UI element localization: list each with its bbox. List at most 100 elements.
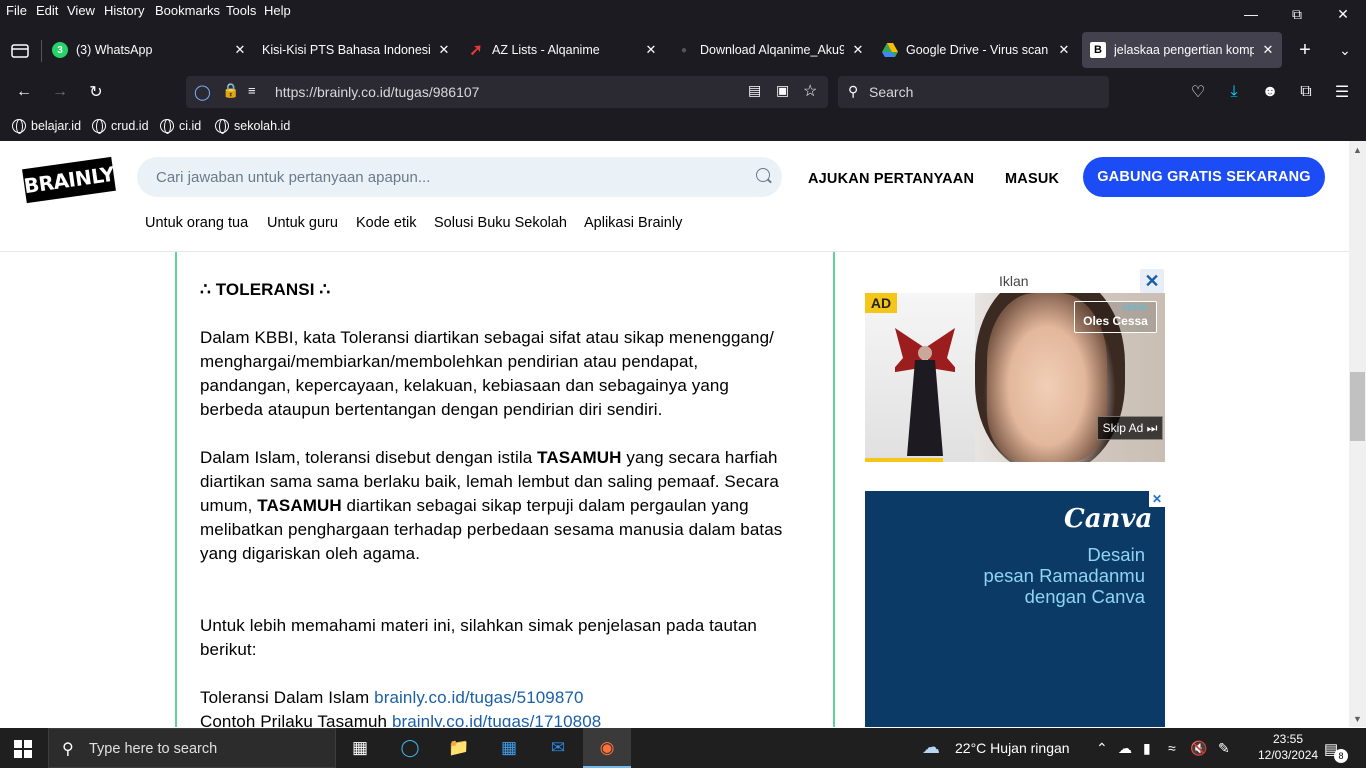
brainly-logo[interactable]: BRAINLY xyxy=(22,156,116,204)
close-icon[interactable]: ✕ xyxy=(1260,42,1276,58)
reload-icon[interactable]: ↻ xyxy=(84,80,108,104)
tab-google-drive[interactable]: Google Drive - Virus scan wa ✕ xyxy=(882,32,1072,68)
volume-muted-icon[interactable]: 🔇 xyxy=(1190,740,1207,757)
tab-overview-icon[interactable] xyxy=(8,38,32,62)
close-icon[interactable]: ✕ xyxy=(850,42,866,58)
tab-download-alqanime[interactable]: ● Download Alqanime_Aku99_ ✕ xyxy=(676,32,866,68)
bookmark-ci[interactable]: ci.id xyxy=(160,119,201,134)
tab-brainly-active[interactable]: B jelaskaa pengertian kompeti ✕ xyxy=(1082,32,1282,68)
text-line: Dalam KBBI, kata Toleransi diartikan seb… xyxy=(200,328,774,347)
globe-icon xyxy=(12,119,26,134)
search-icon[interactable] xyxy=(756,168,770,182)
ask-question-link[interactable]: AJUKAN PERTANYAAN xyxy=(808,171,974,187)
wifi-icon[interactable]: ≈ xyxy=(1168,740,1176,756)
subnav-brainly-app[interactable]: Aplikasi Brainly xyxy=(584,215,682,231)
microsoft-store-icon[interactable]: ▦ xyxy=(495,734,523,762)
forward-arrow-icon[interactable]: → xyxy=(48,80,72,104)
menu-view[interactable]: View xyxy=(67,3,95,18)
subnav-parents[interactable]: Untuk orang tua xyxy=(145,215,248,231)
answer-paragraph-links-intro: Untuk lebih memahami materi ini, silahka… xyxy=(200,614,810,662)
file-explorer-icon[interactable]: 📁 xyxy=(445,734,473,762)
ad-brand-name: Oles Cessa xyxy=(1083,314,1148,328)
weather-text[interactable]: 22°C Hujan ringan xyxy=(955,740,1070,756)
answer-paragraph-islam: Dalam Islam, toleransi disebut dengan is… xyxy=(200,446,810,566)
menu-bookmarks[interactable]: Bookmarks xyxy=(155,3,220,18)
pen-icon[interactable]: ✎ xyxy=(1218,740,1230,757)
menu-help[interactable]: Help xyxy=(264,3,291,18)
restore-icon[interactable]: ⧉ xyxy=(1274,0,1320,28)
lock-icon[interactable]: 🔒 xyxy=(222,82,239,99)
canva-text-line: Desain xyxy=(1087,544,1145,565)
back-arrow-icon[interactable]: ← xyxy=(12,80,36,104)
firefox-icon[interactable]: ◉ xyxy=(593,734,621,762)
menu-tools[interactable]: Tools xyxy=(226,3,256,18)
task-view-icon[interactable]: ▦ xyxy=(346,734,374,762)
link-toleransi[interactable]: brainly.co.id/tugas/5109870 xyxy=(374,688,583,707)
close-ad-icon[interactable]: ✕ xyxy=(1140,269,1164,293)
scrollbar-thumb[interactable] xyxy=(1350,372,1365,441)
bookmark-label: sekolah.id xyxy=(234,119,291,133)
bookmark-star-icon[interactable]: ☆ xyxy=(803,81,817,101)
menu-history[interactable]: History xyxy=(104,3,144,18)
taskbar-clock[interactable]: 23:55 12/03/2024 xyxy=(1258,731,1318,763)
account-icon[interactable]: ☻ xyxy=(1258,80,1282,104)
close-icon[interactable]: ✕ xyxy=(436,42,452,58)
tab-label: (3) WhatsApp xyxy=(76,43,153,57)
minimize-icon[interactable]: — xyxy=(1228,0,1274,28)
join-free-button[interactable]: GABUNG GRATIS SEKARANG xyxy=(1083,157,1325,197)
scroll-down-icon[interactable]: ▼ xyxy=(1349,710,1366,727)
taskbar-search[interactable]: ⚲ Type here to search xyxy=(48,728,336,768)
text-line: umum, TASAMUH diartikan sebagai sikap te… xyxy=(200,496,749,515)
tab-az-lists[interactable]: ➚ AZ Lists - Alqanime ✕ xyxy=(468,32,659,68)
chevron-up-icon[interactable]: ⌃ xyxy=(1096,740,1108,757)
hamburger-menu-icon[interactable]: ☰ xyxy=(1330,80,1354,104)
screenshot-icon[interactable]: ▣ xyxy=(776,82,789,99)
site-search-placeholder: Cari jawaban untuk pertanyaan apapun... xyxy=(156,169,431,186)
text-line: diartikan sama sama berlaku baik, lemah … xyxy=(200,472,779,491)
globe-icon xyxy=(160,119,174,134)
close-icon[interactable]: ✕ xyxy=(1056,42,1072,58)
url-text[interactable]: https://brainly.co.id/tugas/986107 xyxy=(275,84,479,100)
menu-file[interactable]: File xyxy=(6,3,27,18)
extensions-icon[interactable]: ⧉ xyxy=(1294,80,1318,104)
reader-view-icon[interactable]: ▤ xyxy=(748,82,761,99)
menu-bar: File Edit View History Bookmarks Tools H… xyxy=(0,0,1366,24)
url-bar[interactable]: ◯ 🔒 ≡ https://brainly.co.id/tugas/986107… xyxy=(186,76,828,108)
battery-icon[interactable]: ▮ xyxy=(1143,740,1151,757)
tab-kisi-kisi[interactable]: Kisi-Kisi PTS Bahasa Indonesia Ke ✕ xyxy=(262,32,452,68)
tab-label: Kisi-Kisi PTS Bahasa Indonesia Ke xyxy=(262,43,430,57)
clock-date: 12/03/2024 xyxy=(1258,748,1319,762)
windows-start-icon[interactable] xyxy=(14,740,32,758)
cloud-rain-icon[interactable]: ☁ xyxy=(922,737,940,758)
chevron-down-icon[interactable]: ⌄ xyxy=(1333,38,1357,62)
bookmark-crud[interactable]: crud.id xyxy=(92,119,149,134)
mail-icon[interactable]: ✉ xyxy=(544,734,572,762)
shield-icon[interactable]: ◯ xyxy=(194,83,211,101)
skip-ad-button[interactable]: Skip Ad ⏭ xyxy=(1097,416,1163,440)
text-line: berikut: xyxy=(200,640,257,659)
pocket-icon[interactable]: ♡ xyxy=(1186,80,1210,104)
text-line: Dalam Islam, toleransi disebut dengan is… xyxy=(200,448,778,467)
new-tab-icon[interactable]: + xyxy=(1293,38,1317,62)
menu-edit[interactable]: Edit xyxy=(36,3,58,18)
close-icon[interactable]: ✕ xyxy=(232,42,248,58)
link-row: Contoh Prilaku Tasamuh brainly.co.id/tug… xyxy=(200,710,810,727)
subnav-book-solutions[interactable]: Solusi Buku Sekolah xyxy=(434,215,567,231)
bookmark-belajar[interactable]: belajar.id xyxy=(12,119,81,134)
link-tasamuh[interactable]: brainly.co.id/tugas/1710808 xyxy=(392,712,601,727)
site-search-input[interactable]: Cari jawaban untuk pertanyaan apapun... xyxy=(137,157,782,197)
bookmark-sekolah[interactable]: sekolah.id xyxy=(215,119,291,134)
tab-bar: 3 (3) WhatsApp ✕ Kisi-Kisi PTS Bahasa In… xyxy=(0,30,1366,70)
download-icon[interactable]: ⤓ xyxy=(1222,80,1246,104)
subnav-code-of-ethics[interactable]: Kode etik xyxy=(356,215,416,231)
permissions-icon[interactable]: ≡ xyxy=(248,83,256,98)
tab-whatsapp[interactable]: 3 (3) WhatsApp ✕ xyxy=(52,32,248,68)
subnav-teachers[interactable]: Untuk guru xyxy=(267,215,338,231)
search-bar[interactable]: ⚲ Search xyxy=(838,76,1109,108)
scroll-up-icon[interactable]: ▲ xyxy=(1349,141,1366,158)
edge-icon[interactable]: ◯ xyxy=(396,734,424,762)
close-icon[interactable]: ✕ xyxy=(643,42,659,58)
onedrive-icon[interactable]: ☁ xyxy=(1118,740,1132,757)
close-window-icon[interactable]: ✕ xyxy=(1320,0,1366,28)
login-link[interactable]: MASUK xyxy=(1005,171,1059,187)
